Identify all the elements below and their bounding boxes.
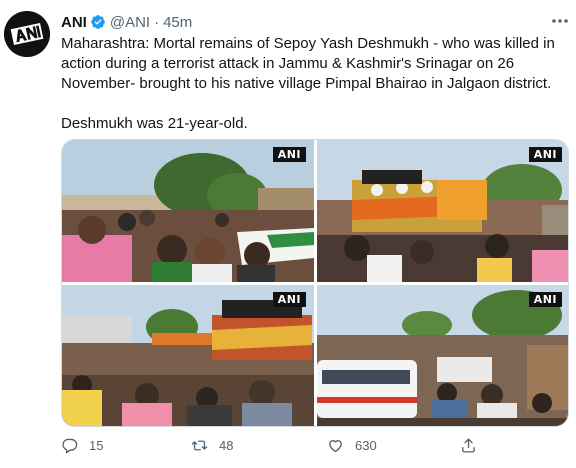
ani-watermark: ANI — [272, 147, 306, 162]
media-photo-2[interactable]: ANI — [317, 140, 568, 282]
media-photo-4[interactable]: ANI — [317, 285, 568, 426]
verified-badge-icon — [90, 14, 106, 30]
tweet-text: Maharashtra: Mortal remains of Sepoy Yas… — [61, 34, 571, 134]
avatar[interactable] — [4, 11, 50, 57]
tweet-timestamp[interactable]: 45m — [163, 14, 192, 31]
media-photo-1[interactable]: ANI — [62, 140, 314, 282]
reply-button[interactable]: 15 — [61, 437, 103, 454]
ani-watermark: ANI — [528, 292, 562, 307]
tweet[interactable]: ANI @ANI · 45m Maharashtra: Mortal remai… — [0, 0, 576, 468]
tweet-text-paragraph: Deshmukh was 21-year-old. — [61, 115, 248, 132]
author-handle[interactable]: @ANI — [110, 14, 150, 31]
share-icon — [462, 438, 475, 453]
more-options-icon[interactable] — [550, 12, 570, 30]
ani-watermark: ANI — [272, 292, 306, 307]
reply-icon — [62, 438, 78, 454]
like-count: 630 — [355, 438, 377, 453]
retweet-icon — [191, 440, 208, 451]
reply-count: 15 — [89, 438, 104, 453]
ani-watermark: ANI — [528, 147, 562, 162]
media-grid: ANI ANI ANI ANI — [61, 139, 569, 427]
separator-dot: · — [154, 13, 160, 31]
ani-logo-icon — [4, 11, 50, 57]
tweet-header: ANI @ANI · 45m — [61, 12, 192, 32]
tweet-actions: 15 48 630 — [60, 437, 570, 457]
like-button[interactable]: 630 — [327, 437, 377, 454]
tweet-text-paragraph: Maharashtra: Mortal remains of Sepoy Yas… — [61, 35, 555, 92]
retweet-button[interactable]: 48 — [191, 437, 233, 454]
retweet-count: 48 — [219, 438, 234, 453]
author-name[interactable]: ANI — [61, 14, 87, 31]
media-photo-3[interactable]: ANI — [62, 285, 314, 426]
share-button[interactable] — [460, 437, 488, 454]
heart-icon — [329, 440, 342, 453]
